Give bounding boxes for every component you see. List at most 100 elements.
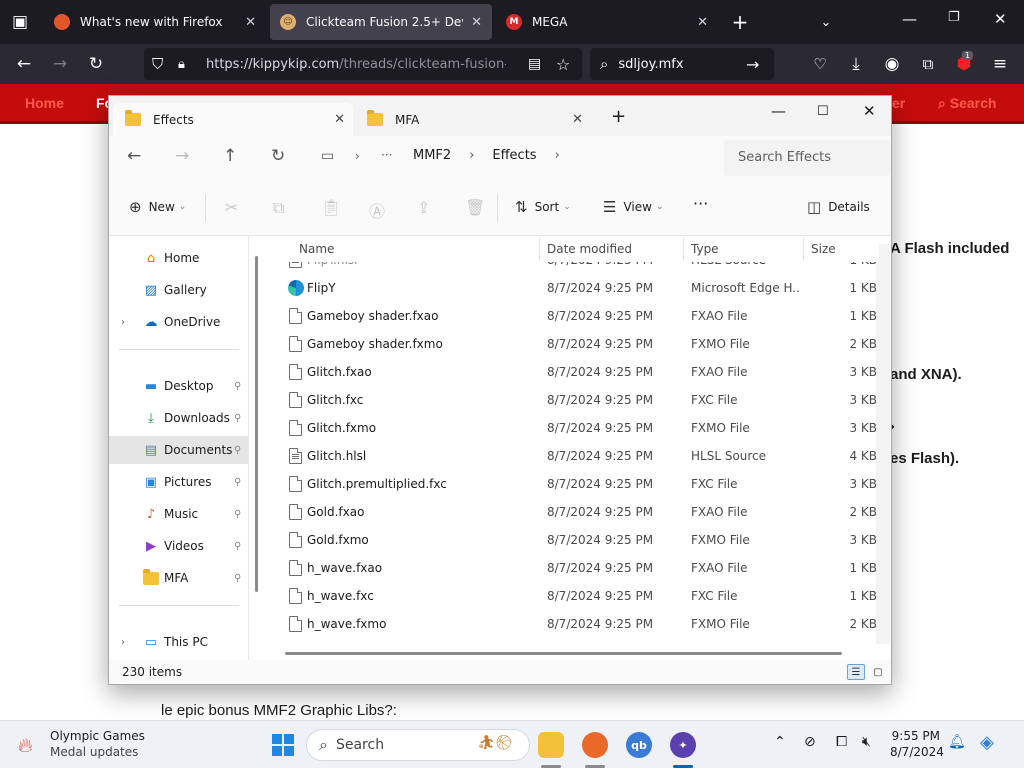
tab-whats-new[interactable]: What's new with Firefox ✕ — [44, 4, 266, 40]
clock-time[interactable]: 9:55 PM — [890, 729, 940, 743]
close-tab-icon[interactable]: ✕ — [245, 15, 256, 30]
site-nav-home[interactable]: Home — [25, 95, 64, 111]
copilot-icon[interactable]: ◈ — [980, 732, 994, 753]
nav-item-desktop[interactable]: ▬ Desktop ⚲ — [109, 372, 248, 400]
shield-icon[interactable]: ⛉ — [152, 55, 163, 73]
chevron-right-icon[interactable]: › — [121, 317, 125, 328]
paste-icon[interactable]: 📋︎ — [321, 198, 341, 217]
pin-icon[interactable]: ⚲ — [234, 509, 241, 520]
close-tab-icon[interactable]: ✕ — [334, 112, 345, 127]
new-tab-icon[interactable]: + — [611, 106, 626, 127]
cut-icon[interactable]: ✂ — [225, 198, 238, 217]
column-header-type[interactable]: Type — [691, 242, 719, 256]
nav-scrollbar[interactable] — [255, 256, 258, 592]
pin-icon[interactable]: ⚲ — [234, 477, 241, 488]
share-icon[interactable]: ⇪ — [417, 198, 430, 217]
forward-arrow-icon[interactable]: → — [175, 146, 189, 166]
new-tab-icon[interactable]: + — [728, 10, 752, 34]
qbittorrent-taskbar-icon[interactable]: qb — [626, 732, 652, 758]
explorer-search-input[interactable]: Search Effects — [724, 140, 890, 176]
table-row[interactable]: Gameboy shader.fxao 8/7/2024 9:25 PM FXAO … — [269, 302, 879, 330]
account-icon[interactable]: ◉ — [880, 52, 904, 76]
table-row[interactable]: h_wave.fxc 8/7/2024 9:25 PM FXC File 1 KB — [269, 582, 879, 610]
nav-item-this-pc[interactable]: › ▭ This PC — [109, 628, 248, 656]
more-path-icon[interactable]: ··· — [381, 148, 392, 162]
file-list-scrollbar[interactable] — [876, 244, 890, 644]
back-arrow-icon[interactable]: ← — [127, 146, 141, 166]
clock-date[interactable]: 8/7/2024 — [890, 745, 944, 759]
pin-icon[interactable]: ⚲ — [234, 445, 241, 456]
nav-item-videos[interactable]: ▶ Videos ⚲ — [109, 532, 248, 560]
pc-icon[interactable]: ▭ — [321, 148, 334, 164]
close-tab-icon[interactable]: ✕ — [697, 15, 708, 30]
volume-icon[interactable]: 🔇︎ — [862, 734, 871, 750]
breadcrumb-mmf2[interactable]: MMF2 — [413, 148, 451, 163]
tab-mega[interactable]: M MEGA ✕ — [496, 4, 718, 40]
start-button[interactable] — [270, 732, 296, 758]
lock-icon[interactable]: 🔒︎ — [178, 57, 185, 72]
restore-icon[interactable]: ❐ — [948, 10, 960, 25]
horizontal-scrollbar[interactable] — [285, 652, 842, 655]
url-text[interactable]: https://kippykip.com/threads/clickteam-f… — [206, 57, 506, 72]
table-row[interactable]: Glitch.hlsl 8/7/2024 9:25 PM HLSL Source 4 … — [269, 442, 879, 470]
new-button[interactable]: ⊕ New ⌄ — [129, 198, 186, 216]
nav-item-music[interactable]: ♪ Music ⚲ — [109, 500, 248, 528]
sort-button[interactable]: ⇅ Sort ⌄ — [515, 198, 571, 216]
pin-icon[interactable]: ⚲ — [234, 541, 241, 552]
chevron-right-icon[interactable]: › — [121, 637, 125, 648]
breadcrumb-effects[interactable]: Effects — [492, 148, 536, 163]
minimize-icon[interactable]: — — [771, 102, 786, 120]
refresh-icon[interactable]: ↻ — [271, 146, 285, 166]
tiles-view-icon[interactable]: ▢ — [869, 664, 887, 680]
table-row[interactable]: h_wave.fxao 8/7/2024 9:25 PM FXAO File 1 KB — [269, 554, 879, 582]
downloads-icon[interactable]: ⤓ — [844, 52, 868, 76]
details-view-icon[interactable]: ☰ — [847, 664, 865, 680]
extensions-icon[interactable]: ⧉ — [916, 52, 940, 76]
screen-icon[interactable]: ⧠ — [836, 734, 847, 750]
tab-list-icon[interactable]: ▣ — [8, 10, 32, 34]
rename-icon[interactable]: Ⓐ — [369, 198, 385, 222]
tab-clickteam[interactable]: ☺ Clickteam Fusion 2.5+ Develop ✕ — [270, 4, 492, 40]
chevron-up-icon[interactable]: ⌃ — [774, 734, 786, 750]
clickteam-taskbar-icon[interactable]: ✦ — [670, 732, 696, 758]
go-arrow-icon[interactable]: → — [746, 55, 759, 74]
close-tab-icon[interactable]: ✕ — [471, 15, 482, 30]
table-row[interactable]: Glitch.fxc 8/7/2024 9:25 PM FXC File 3 KB — [269, 386, 879, 414]
bookmark-star-icon[interactable]: ☆ — [556, 55, 570, 74]
nav-item-downloads[interactable]: ⤓ Downloads ⚲ — [109, 404, 248, 432]
pin-icon[interactable]: ⚲ — [234, 381, 241, 392]
nav-item-onedrive[interactable]: › ☁ OneDrive — [109, 308, 248, 336]
chevron-right-icon[interactable]: › — [355, 149, 360, 163]
file-explorer-taskbar-icon[interactable] — [538, 732, 564, 758]
url-bar[interactable]: ⛉ 🔒︎ https://kippykip.com/threads/clickt… — [144, 48, 582, 80]
pocket-icon[interactable]: ♡ — [808, 52, 832, 76]
maximize-icon[interactable]: ☐ — [817, 104, 829, 119]
chevron-right-icon[interactable]: › — [469, 148, 474, 163]
column-header-size[interactable]: Size — [811, 242, 836, 256]
table-row[interactable]: FlipY 8/7/2024 9:25 PM Microsoft Edge H...… — [269, 274, 879, 302]
network-off-icon[interactable]: ⊘ — [804, 734, 816, 750]
minimize-icon[interactable]: — — [902, 10, 917, 28]
menu-hamburger-icon[interactable]: ≡ — [988, 52, 1012, 76]
site-nav-search[interactable]: ⌕ Search — [938, 95, 996, 112]
table-row[interactable]: Glitch.premultiplied.fxc 8/7/2024 9:25 PM… — [269, 470, 879, 498]
search-bar[interactable]: ⌕ sdljoy.mfx → — [590, 48, 774, 80]
view-button[interactable]: ☰ View ⌄ — [603, 198, 663, 216]
table-row[interactable]: Gold.fxao 8/7/2024 9:25 PM FXAO File 2 KB — [269, 498, 879, 526]
nav-item-home[interactable]: ⌂ Home — [109, 244, 248, 272]
nav-item-mfa[interactable]: MFA ⚲ — [109, 564, 248, 592]
taskbar-search-box[interactable]: ⌕ Search ⛹︎🏀︎ — [306, 729, 530, 761]
pin-icon[interactable]: ⚲ — [234, 413, 241, 424]
chevron-down-icon[interactable]: ⌄ — [814, 10, 838, 34]
explorer-tab-mfa[interactable]: MFA ✕ — [355, 103, 591, 136]
forward-arrow-icon[interactable]: → — [48, 52, 72, 76]
table-row[interactable]: Gameboy shader.fxmo 8/7/2024 9:25 PM FXMO … — [269, 330, 879, 358]
reload-icon[interactable]: ↻ — [84, 52, 108, 76]
table-row[interactable]: Glitch.fxao 8/7/2024 9:25 PM FXAO File 3 KB — [269, 358, 879, 386]
table-row[interactable]: h_wave.fxmo 8/7/2024 9:25 PM FXMO File 2 KB — [269, 610, 879, 638]
close-tab-icon[interactable]: ✕ — [572, 112, 583, 127]
firefox-taskbar-icon[interactable] — [582, 732, 608, 758]
close-window-icon[interactable]: ✕ — [863, 102, 876, 120]
close-window-icon[interactable]: ✕ — [994, 10, 1007, 28]
up-arrow-icon[interactable]: ↑ — [223, 146, 237, 166]
